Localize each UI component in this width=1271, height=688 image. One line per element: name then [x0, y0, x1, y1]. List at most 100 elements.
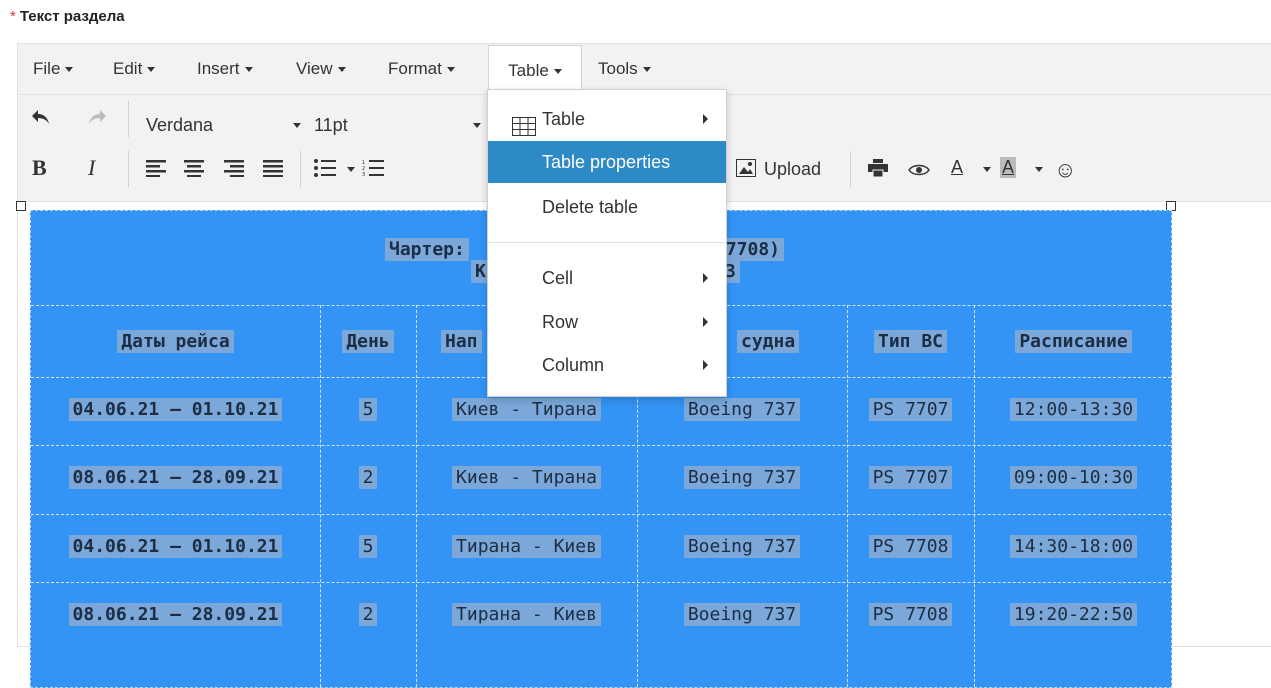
table-cell: PS 7707 [847, 398, 974, 421]
table-cell: 09:00-10:30 [974, 466, 1173, 489]
print-icon[interactable] [868, 159, 888, 182]
table-cell: Киев - Тирана [416, 398, 637, 421]
chevron-down-icon[interactable] [347, 167, 355, 172]
font-size-select[interactable]: 11pt [314, 115, 348, 136]
menu-tools-label: Tools [598, 59, 638, 78]
emoji-icon[interactable]: ☺ [1054, 157, 1076, 183]
menu-tools[interactable]: Tools [598, 44, 651, 94]
table-menu-dropdown: Table Table properties Delete table Cell… [487, 89, 727, 397]
column-border [320, 305, 321, 687]
table-cell: Тирана - Киев [416, 535, 637, 558]
preview-icon[interactable] [908, 161, 930, 182]
menu-item-table[interactable]: Table [488, 98, 726, 140]
menu-insert[interactable]: Insert [197, 44, 253, 94]
row-border [31, 445, 1171, 446]
menu-format[interactable]: Format [388, 44, 455, 94]
table-cell: 08.06.21 – 28.09.21 [31, 466, 320, 489]
chevron-right-icon [703, 360, 708, 370]
toolbar-separator [850, 151, 851, 187]
column-header: Нап [441, 330, 482, 353]
chevron-down-icon[interactable] [983, 167, 991, 172]
image-icon[interactable] [736, 159, 756, 182]
section-title-text: Текст раздела [19, 8, 125, 25]
menu-item-label: Delete table [542, 197, 639, 217]
table-cell: 04.06.21 – 01.10.21 [31, 398, 320, 421]
numbered-list-icon[interactable]: 123 [362, 159, 384, 182]
row-border [31, 582, 1171, 583]
chevron-down-icon[interactable] [473, 123, 481, 128]
menu-item-column[interactable]: Column [488, 344, 726, 386]
menu-item-label: Column [542, 355, 605, 375]
toolbar-separator [128, 151, 129, 187]
toolbar-separator [300, 151, 301, 187]
table-cell: Boeing 737 [637, 466, 847, 489]
chevron-down-icon [244, 67, 253, 73]
column-header: Тип ВС [847, 330, 974, 353]
chevron-down-icon[interactable] [1035, 167, 1043, 172]
font-family-value: Verdana [146, 115, 214, 135]
font-size-value: 11pt [314, 115, 348, 135]
table-cell: Киев - Тирана [416, 466, 637, 489]
chevron-right-icon [703, 114, 708, 124]
section-title: * Текст раздела [10, 8, 125, 25]
menu-item-label: Table [542, 109, 586, 129]
align-left-icon[interactable] [146, 159, 166, 182]
chevron-down-icon [65, 67, 74, 73]
column-header: судна [737, 330, 800, 353]
menu-file[interactable]: File [33, 44, 74, 94]
table-cell: 2 [320, 466, 416, 489]
table-cell: Boeing 737 [637, 535, 847, 558]
menu-edit-label: Edit [113, 59, 143, 78]
italic-button[interactable]: I [88, 155, 95, 181]
menu-table[interactable]: Table [488, 45, 582, 95]
menu-view-label: View [296, 59, 333, 78]
text-color-button[interactable]: A [951, 157, 963, 178]
upload-button[interactable]: Upload [764, 159, 821, 180]
menu-item-row[interactable]: Row [488, 301, 726, 343]
table-cell: 08.06.21 – 28.09.21 [31, 603, 320, 626]
menu-item-label: Row [542, 312, 579, 332]
align-right-icon[interactable] [224, 159, 244, 182]
svg-text:3: 3 [362, 172, 365, 177]
table-cell: PS 7708 [847, 603, 974, 626]
column-header: День [320, 330, 416, 353]
required-mark: * [10, 8, 16, 25]
table-cell: 2 [320, 603, 416, 626]
table-cell: 5 [320, 398, 416, 421]
bullet-list-icon[interactable] [314, 159, 336, 182]
chevron-right-icon [703, 317, 708, 327]
align-center-icon[interactable] [184, 159, 204, 182]
menu-item-cell[interactable]: Cell [488, 257, 726, 299]
table-cell: Boeing 737 [637, 398, 847, 421]
menu-edit[interactable]: Edit [113, 44, 156, 94]
chevron-down-icon [337, 67, 346, 73]
table-cell: 12:00-13:30 [974, 398, 1173, 421]
align-justify-icon[interactable] [263, 159, 283, 182]
menu-item-delete-table[interactable]: Delete table [488, 186, 726, 228]
chevron-right-icon [703, 273, 708, 283]
menu-file-label: File [33, 59, 61, 78]
table-title-left: Чартер: [385, 238, 469, 261]
redo-icon[interactable] [86, 107, 108, 132]
table-cell: 19:20-22:50 [974, 603, 1173, 626]
menu-item-table-properties[interactable]: Table properties [488, 141, 726, 183]
resize-handle[interactable] [16, 201, 26, 211]
bold-button[interactable]: B [32, 155, 47, 181]
font-family-select[interactable]: Verdana [146, 115, 213, 136]
chevron-down-icon [642, 67, 651, 73]
menu-format-label: Format [388, 59, 442, 78]
chevron-down-icon[interactable] [293, 123, 301, 128]
menu-item-label: Table properties [542, 152, 671, 172]
menu-insert-label: Insert [197, 59, 240, 78]
menu-table-label: Table [508, 61, 549, 80]
undo-icon[interactable] [30, 107, 52, 132]
column-header: Расписание [974, 330, 1173, 353]
column-border [847, 305, 848, 687]
chevron-down-icon [147, 67, 156, 73]
editor-menubar: File Edit Insert View Format Table Tools [18, 44, 1271, 95]
chevron-down-icon [553, 69, 562, 75]
background-color-button[interactable]: A [1000, 157, 1017, 178]
table-cell: PS 7708 [847, 535, 974, 558]
menu-view[interactable]: View [296, 44, 346, 94]
column-border [416, 305, 417, 687]
